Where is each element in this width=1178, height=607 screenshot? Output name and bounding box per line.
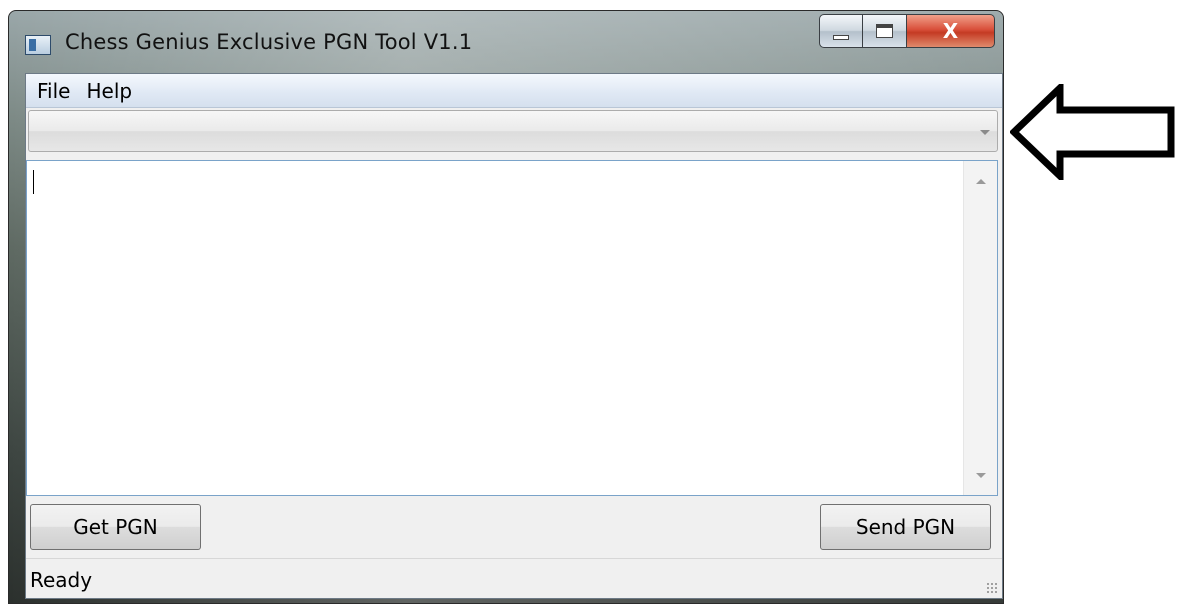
status-bar: Ready [26, 558, 1002, 598]
close-icon: X [942, 19, 959, 43]
maximize-button[interactable] [863, 14, 907, 48]
menu-file[interactable]: File [29, 79, 78, 103]
minimize-icon [833, 34, 849, 40]
pgn-editor-frame [26, 160, 998, 496]
pgn-text-area[interactable] [27, 161, 965, 495]
get-pgn-button[interactable]: Get PGN [30, 504, 201, 550]
caption-buttons: X [819, 14, 995, 50]
vertical-scrollbar[interactable] [963, 161, 997, 495]
menu-help[interactable]: Help [78, 79, 140, 103]
menu-bar: File Help [26, 74, 1002, 108]
scroll-down-icon[interactable] [964, 465, 997, 495]
title-bar[interactable]: Chess Genius Exclusive PGN Tool V1.1 X [9, 11, 1003, 73]
window-title: Chess Genius Exclusive PGN Tool V1.1 [65, 30, 473, 54]
resize-grip-icon[interactable] [986, 582, 998, 594]
status-text: Ready [30, 568, 93, 592]
client-area: File Help Get PGN Send PGN Ready [25, 73, 1003, 599]
close-button[interactable]: X [907, 14, 995, 48]
maximize-icon [876, 24, 893, 38]
scroll-up-icon[interactable] [964, 161, 997, 191]
device-dropdown[interactable] [28, 110, 998, 152]
minimize-button[interactable] [819, 14, 863, 48]
text-caret [33, 170, 34, 194]
stage: Chess Genius Exclusive PGN Tool V1.1 X F… [0, 0, 1178, 607]
app-window: Chess Genius Exclusive PGN Tool V1.1 X F… [8, 10, 1004, 604]
left-arrow-icon [1010, 84, 1175, 180]
send-pgn-button[interactable]: Send PGN [820, 504, 991, 550]
chess-app-icon[interactable] [25, 35, 51, 55]
chevron-down-icon[interactable] [980, 130, 990, 135]
